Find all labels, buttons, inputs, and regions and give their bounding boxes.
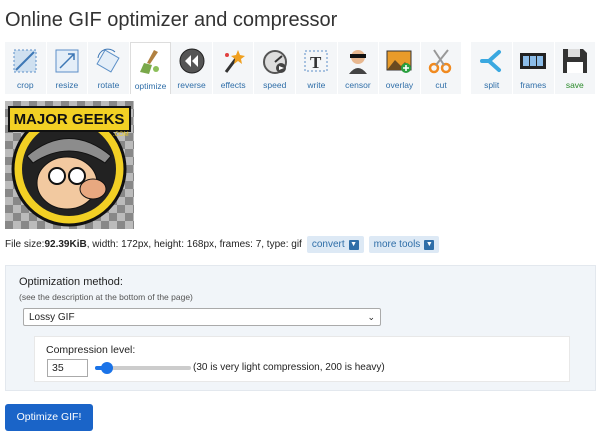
tool-label: save — [565, 80, 584, 90]
tool-effects[interactable]: effects — [212, 42, 255, 94]
compression-input[interactable]: 35 — [47, 359, 88, 377]
tool-label: overlay — [385, 80, 414, 90]
tool-save[interactable]: save — [554, 42, 597, 94]
optimize-icon — [139, 50, 159, 74]
tool-label: speed — [263, 80, 287, 90]
svg-text:.COM: .COM — [113, 132, 129, 138]
tool-label: split — [484, 80, 500, 90]
cut-icon — [428, 49, 452, 74]
gif-preview: MAJOR GEEKS .COM — [5, 101, 134, 229]
optimization-panel: Optimization method: (see the descriptio… — [5, 265, 596, 391]
tool-label: resize — [55, 80, 79, 90]
method-select-value: Lossy GIF — [29, 311, 75, 323]
more-tools-button[interactable]: more tools ▼ — [368, 236, 440, 253]
overlay-icon — [386, 50, 412, 73]
page-title: Online GIF optimizer and compressor — [5, 9, 338, 31]
tool-label: cut — [435, 80, 447, 90]
compression-label: Compression level: — [46, 344, 136, 356]
tool-rotate[interactable]: rotate — [88, 42, 130, 94]
compression-slider[interactable] — [95, 361, 191, 375]
file-size-value: 92.39KiB — [44, 239, 87, 250]
svg-text:T: T — [310, 53, 322, 72]
tool-reverse[interactable]: reverse — [171, 42, 213, 94]
method-select[interactable]: Lossy GIF ⌄ — [23, 308, 381, 326]
convert-label: convert — [311, 239, 345, 250]
more-tools-label: more tools — [373, 239, 421, 250]
tool-label: write — [307, 80, 326, 90]
crop-icon — [13, 49, 37, 73]
tool-speed[interactable]: speed — [254, 42, 297, 94]
chevron-down-icon: ▼ — [424, 239, 435, 250]
svg-text:MAJOR GEEKS: MAJOR GEEKS — [14, 111, 125, 128]
tool-label: effects — [220, 80, 246, 90]
tool-frames[interactable]: frames — [512, 42, 555, 94]
censor-icon — [348, 50, 367, 74]
chevron-down-icon: ⌄ — [367, 311, 375, 322]
tool-label: optimize — [134, 81, 167, 91]
convert-button[interactable]: convert ▼ — [306, 236, 364, 253]
optimize-gif-button[interactable]: Optimize GIF! — [5, 404, 93, 431]
tool-resize[interactable]: resize — [46, 42, 89, 94]
reverse-icon — [179, 48, 205, 74]
tool-toolbar: crop resize rotate optimize reverse effe… — [5, 42, 597, 94]
write-icon: T — [304, 50, 328, 72]
tool-write[interactable]: T write — [296, 42, 338, 94]
file-info: File size: 92.39KiB , width: 172px, heig… — [5, 236, 440, 253]
tool-label: frames — [520, 80, 547, 90]
tool-label: censor — [345, 80, 371, 90]
compression-box: Compression level: 35 (30 is very light … — [34, 336, 570, 382]
method-hint: (see the description at the bottom of th… — [19, 292, 193, 302]
file-size-prefix: File size: — [5, 239, 45, 250]
frames-icon — [520, 53, 547, 69]
tool-overlay[interactable]: overlay — [379, 42, 421, 94]
chevron-down-icon: ▼ — [348, 239, 359, 250]
compression-hint: (30 is very light compression, 200 is he… — [193, 362, 385, 373]
tool-split[interactable]: split — [471, 42, 513, 94]
slider-thumb[interactable] — [101, 362, 113, 374]
split-icon — [479, 50, 501, 72]
tool-crop[interactable]: crop — [5, 42, 47, 94]
tool-censor[interactable]: censor — [337, 42, 380, 94]
save-icon — [562, 49, 587, 73]
file-details: , width: 172px, height: 168px, frames: 7… — [86, 239, 302, 250]
tool-label: crop — [17, 80, 34, 90]
tool-optimize[interactable]: optimize — [129, 42, 172, 94]
tool-cut[interactable]: cut — [420, 42, 463, 94]
rotate-icon — [96, 48, 121, 73]
tool-label: rotate — [97, 80, 120, 90]
effects-icon — [224, 50, 246, 73]
major-geeks-logo: MAJOR GEEKS .COM — [8, 106, 131, 227]
resize-icon — [55, 49, 79, 73]
tool-label: reverse — [177, 80, 206, 90]
method-label: Optimization method: — [19, 276, 123, 288]
speed-icon — [262, 50, 287, 74]
